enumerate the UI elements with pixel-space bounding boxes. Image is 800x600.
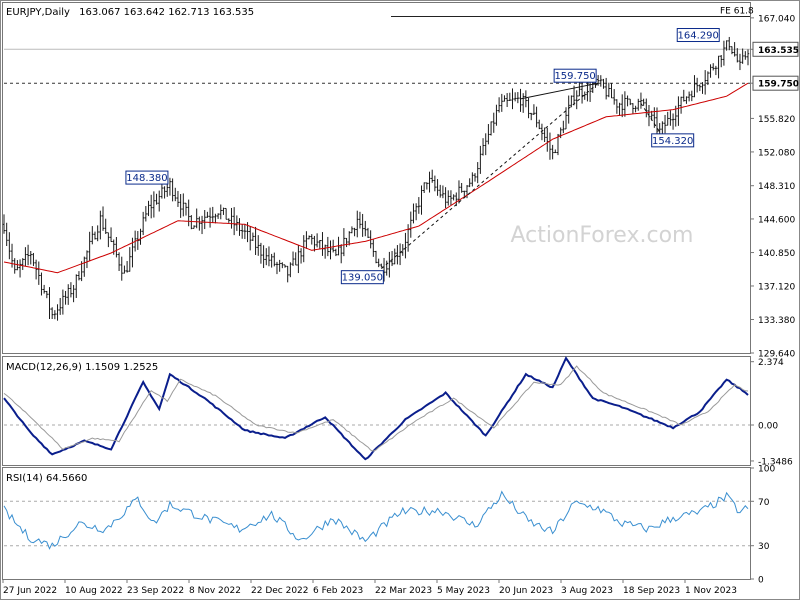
price-annotation-label: 154.320: [652, 136, 693, 147]
date-tick-label: 8 Nov 2022: [189, 586, 241, 596]
price-tick-label: 148.310: [758, 182, 795, 192]
date-tick-label: 27 Jun 2022: [3, 586, 57, 596]
date-tick-label: 10 Aug 2022: [65, 586, 123, 596]
price-title: EURJPY,Daily 163.067 163.642 162.713 163…: [6, 7, 254, 18]
date-tick-label: 6 Feb 2023: [313, 586, 363, 596]
price-title-ohlc: 163.067 163.642 162.713 163.535: [79, 7, 254, 18]
date-tick-label: 5 May 2023: [437, 586, 490, 596]
price-title-symbol: EURJPY,Daily: [6, 7, 70, 18]
chart-frame: [0, 0, 800, 600]
date-tick-label: 3 Aug 2023: [561, 586, 613, 596]
price-tick-label: 140.850: [758, 249, 795, 259]
date-tick-label: 20 Jun 2023: [499, 586, 553, 596]
watermark-text: ActionForex.com: [511, 223, 694, 248]
price-tick-label: 167.040: [758, 14, 795, 24]
price-tick-label: 144.600: [758, 215, 795, 225]
date-tick-label: 18 Sep 2023: [623, 586, 680, 596]
price-tick-label: 159.750: [758, 80, 799, 90]
rsi-tick-label: 70: [758, 498, 770, 508]
price-tick-label: 137.120: [758, 282, 795, 292]
fe-level-label: FE 61.8: [720, 6, 754, 16]
macd-tick-label: 2.374: [758, 358, 784, 368]
price-tick-label: 155.820: [758, 115, 795, 125]
macd-title: MACD(12,26,9) 1.1509 1.2525: [6, 362, 158, 373]
date-tick-label: 23 Sep 2022: [127, 586, 184, 596]
date-tick-label: 22 Mar 2023: [375, 586, 432, 596]
price-annotation-label: 139.050: [342, 273, 383, 284]
rsi-tick-label: 0: [758, 576, 764, 586]
price-annotation-label: 164.290: [678, 31, 719, 42]
price-annotation-label: 148.380: [126, 173, 167, 184]
rsi-tick-label: 30: [758, 542, 770, 552]
date-tick-label: 22 Dec 2022: [251, 586, 309, 596]
date-tick-label: 1 Nov 2023: [685, 586, 737, 596]
rsi-title: RSI(14) 64.5660: [6, 473, 87, 484]
chart-svg: ActionForex.com FE 61.8 164.290 159.750 15…: [0, 0, 800, 600]
price-tick-label: 163.535: [758, 46, 799, 56]
macd-tick-label: 0.00: [758, 422, 778, 432]
rsi-tick-label: 100: [758, 465, 775, 475]
price-tick-label: 133.380: [758, 316, 795, 326]
price-annotation-label: 159.750: [554, 71, 595, 82]
price-watermark: ActionForex.com: [511, 223, 694, 248]
price-tick-label: 152.080: [758, 148, 795, 158]
